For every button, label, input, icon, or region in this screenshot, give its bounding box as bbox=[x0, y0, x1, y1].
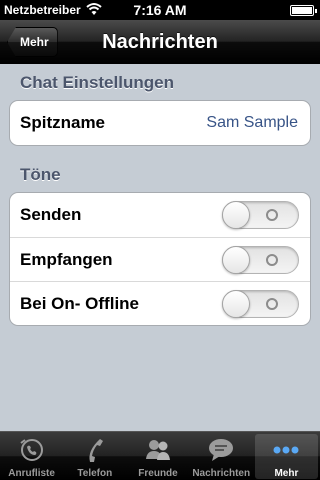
receive-sound-label: Empfangen bbox=[20, 250, 113, 269]
status-time: 7:16 AM bbox=[133, 2, 187, 18]
tab-label: Anrufliste bbox=[8, 468, 55, 479]
section-header-sounds: Töne bbox=[20, 165, 61, 184]
receive-sound-row: Empfangen bbox=[10, 237, 310, 281]
tab-label: Telefon bbox=[77, 468, 113, 479]
toggle-knob bbox=[222, 201, 250, 229]
battery-icon bbox=[290, 5, 317, 16]
nickname-value: Sam Sample bbox=[206, 114, 298, 131]
tab-phone[interactable]: Telefon bbox=[63, 432, 126, 480]
send-sound-row: Senden bbox=[10, 193, 310, 237]
send-sound-toggle[interactable] bbox=[222, 201, 299, 229]
nickname-row[interactable]: Spitzname Sam Sample bbox=[10, 101, 310, 145]
section-header-chat: Chat Einstellungen bbox=[20, 73, 174, 92]
status-bar: Netzbetreiber 7:16 AM bbox=[0, 0, 320, 20]
online-offline-sound-toggle[interactable] bbox=[222, 290, 299, 318]
tab-label: Mehr bbox=[274, 468, 299, 479]
toggle-off-icon bbox=[266, 298, 278, 310]
receive-sound-toggle[interactable] bbox=[222, 246, 299, 274]
tab-call-log[interactable]: Anrufliste bbox=[0, 432, 63, 480]
navigation-bar: Mehr Nachrichten bbox=[0, 20, 320, 64]
online-offline-sound-row: Bei On- Offline bbox=[10, 281, 310, 325]
chat-bubble-icon bbox=[209, 439, 234, 461]
nickname-label: Spitzname bbox=[20, 113, 106, 132]
toggle-knob bbox=[222, 290, 250, 318]
toggle-off-icon bbox=[266, 254, 278, 266]
page-title: Nachrichten bbox=[102, 31, 218, 53]
tab-bar: Anrufliste Telefon Freunde Nachrichten M… bbox=[0, 431, 320, 480]
back-button[interactable]: Mehr bbox=[7, 27, 58, 57]
friends-icon bbox=[146, 440, 170, 460]
sounds-settings-group: Senden Empfangen Bei On- Offline bbox=[9, 192, 311, 326]
phone-handset-icon bbox=[89, 439, 103, 462]
more-dots-icon bbox=[273, 446, 299, 454]
call-log-icon bbox=[19, 439, 43, 461]
tab-friends[interactable]: Freunde bbox=[126, 432, 189, 480]
settings-content: Chat Einstellungen Spitzname Sam Sample … bbox=[0, 65, 320, 431]
online-offline-sound-label: Bei On- Offline bbox=[20, 294, 139, 313]
tab-more[interactable]: Mehr bbox=[254, 434, 319, 479]
tab-label: Freunde bbox=[138, 468, 178, 479]
toggle-off-icon bbox=[266, 209, 278, 221]
tab-messages[interactable]: Nachrichten bbox=[190, 432, 253, 480]
chat-settings-group: Spitzname Sam Sample bbox=[9, 100, 311, 146]
toggle-knob bbox=[222, 246, 250, 274]
tab-label: Nachrichten bbox=[192, 468, 251, 479]
send-sound-label: Senden bbox=[20, 205, 82, 224]
